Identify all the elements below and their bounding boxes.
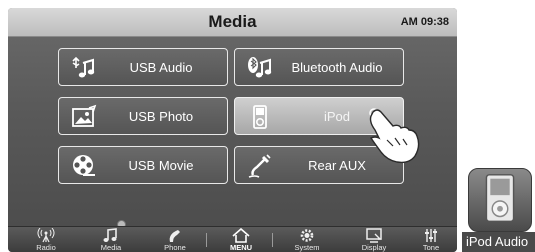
page-title: Media: [208, 12, 257, 31]
tile-label: USB Photo: [128, 109, 194, 124]
music-note-icon: [103, 228, 117, 242]
dock-label: Media: [100, 243, 122, 252]
dock-label: System: [294, 243, 320, 252]
ipod-icon: [485, 174, 515, 223]
clock: AM 09:38: [400, 16, 449, 28]
photo-icon: [72, 104, 97, 127]
usb-music-icon: [72, 56, 95, 78]
dock-system[interactable]: System: [279, 227, 335, 252]
bluetooth-music-icon: [248, 57, 272, 78]
equalizer-icon: [425, 229, 437, 242]
header-bar: Media AM 09:38: [8, 8, 457, 37]
dock-label: MENU: [229, 243, 253, 252]
bottom-dock: Radio Media Phone MENU System Display To…: [8, 226, 457, 252]
display-icon: [366, 228, 382, 243]
dock-phone[interactable]: Phone: [147, 227, 203, 252]
home-icon: [232, 228, 250, 243]
dock-divider: [272, 233, 273, 247]
tile-label: USB Movie: [128, 158, 194, 173]
media-source-panel: USB Audio Bluetooth Audio USB Photo iPod…: [58, 48, 405, 186]
gear-icon: [300, 229, 314, 242]
tile-label: Bluetooth Audio: [291, 60, 383, 75]
dock-divider: [206, 233, 207, 247]
dock-radio[interactable]: Radio: [18, 227, 74, 252]
pointing-hand-icon: [369, 108, 420, 164]
app-icon-label: iPod Audio: [462, 232, 535, 252]
film-reel-icon: [73, 155, 95, 176]
ipod-audio-app-icon[interactable]: [468, 168, 532, 232]
tile-label: USB Audio: [129, 60, 193, 75]
aux-cable-icon: [248, 154, 271, 178]
dock-label: Phone: [164, 243, 186, 252]
dock-media[interactable]: Media: [83, 227, 139, 252]
bluetooth-audio-button[interactable]: Bluetooth Audio: [234, 48, 404, 86]
antenna-icon: [37, 228, 55, 243]
dock-menu[interactable]: MENU: [213, 227, 269, 252]
dock-label: Display: [361, 243, 387, 252]
usb-movie-button[interactable]: USB Movie: [58, 146, 228, 184]
phone-icon: [169, 230, 180, 242]
ipod-icon: [253, 105, 267, 129]
dock-label: Radio: [36, 243, 56, 252]
usb-audio-button[interactable]: USB Audio: [58, 48, 228, 86]
dock-tone[interactable]: Tone: [403, 227, 457, 252]
usb-photo-button[interactable]: USB Photo: [58, 97, 228, 135]
head-unit-screen: Media AM 09:38 USB Audio Bluetooth Audio…: [8, 8, 457, 252]
dock-label: Tone: [422, 243, 440, 252]
dock-display[interactable]: Display: [346, 227, 402, 252]
